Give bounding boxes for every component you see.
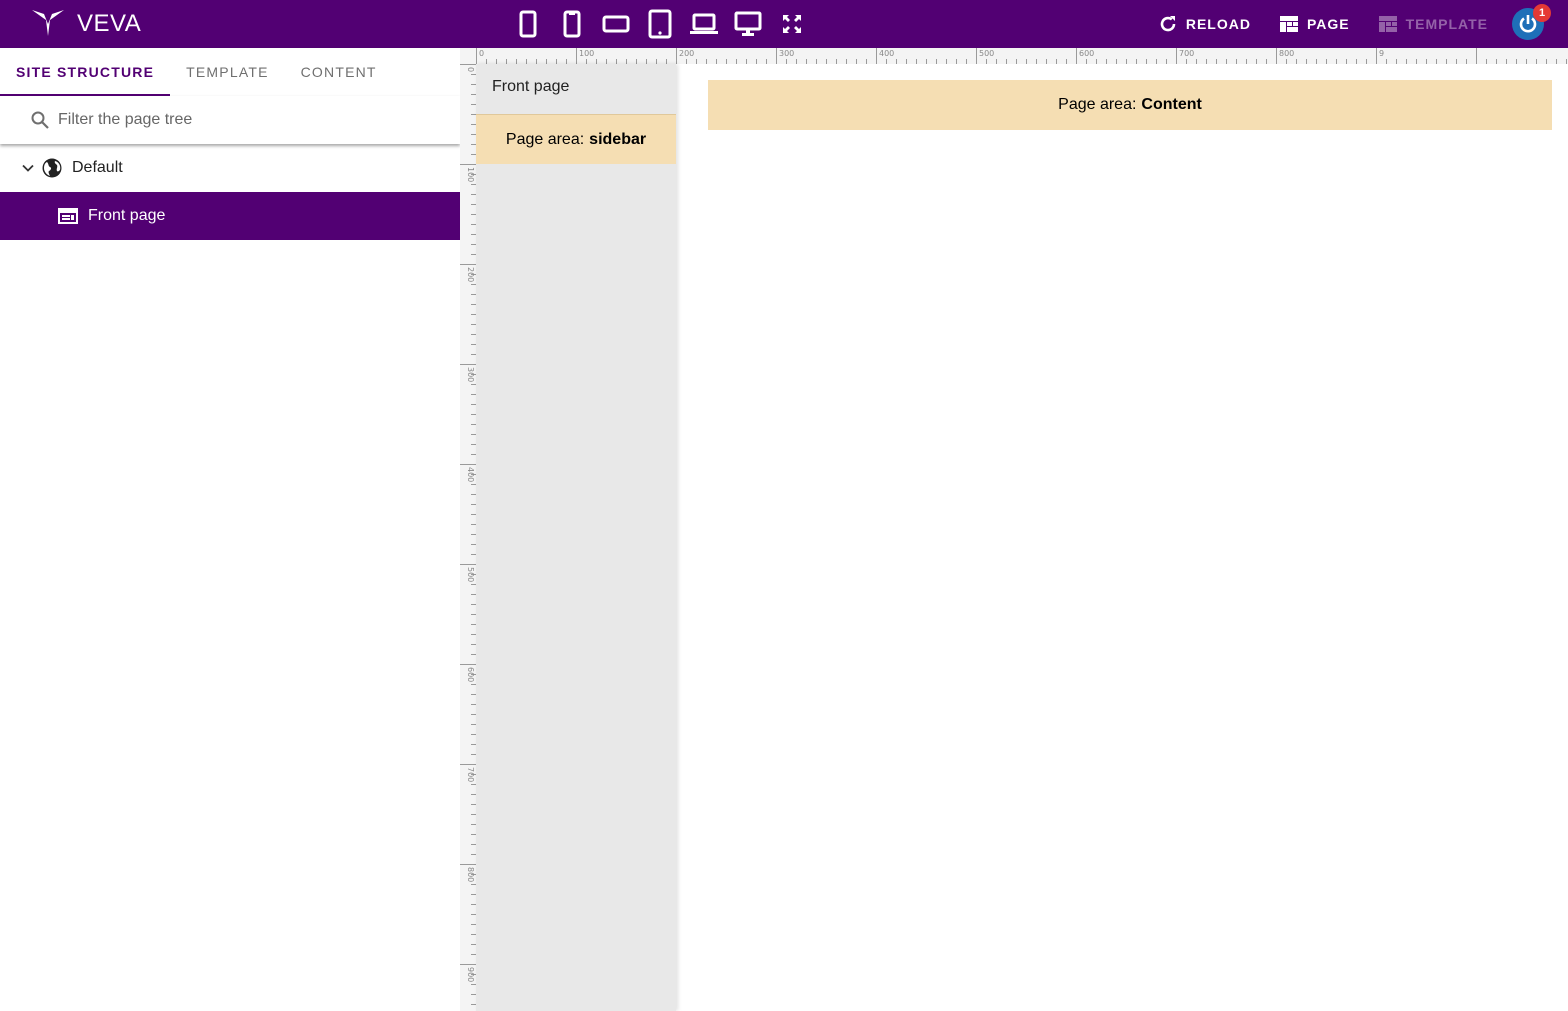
ruler-label: 700 xyxy=(466,767,475,782)
vertical-ruler[interactable]: 0 100 200 300 400 500 600 700 800 900 xyxy=(460,64,476,1011)
panel-tabs: SITE STRUCTURE TEMPLATE CONTENT xyxy=(0,48,460,96)
ruler-label: 200 xyxy=(679,49,694,58)
device-preview-toolbar xyxy=(506,8,814,40)
reload-button[interactable]: RELOAD xyxy=(1158,14,1251,34)
page-preview-canvas: Front page Page area: sidebar Page area:… xyxy=(476,64,1568,1011)
top-app-bar: VEVA RELOAD PAGE TEMPLATE 1 xyxy=(0,0,1568,48)
area-name: sidebar xyxy=(589,130,647,148)
fullscreen-button[interactable] xyxy=(770,8,814,40)
reload-label: RELOAD xyxy=(1185,16,1251,32)
horizontal-ruler[interactable]: 0 100 200 300 400 500 600 700 800 9 xyxy=(476,48,1568,64)
veva-logo-icon xyxy=(32,10,64,36)
ruler-label: 400 xyxy=(879,49,894,58)
template-layout-icon xyxy=(1378,16,1397,32)
area-prefix: Page area: xyxy=(1058,96,1137,113)
notification-badge: 1 xyxy=(1533,4,1551,22)
tablet-button[interactable] xyxy=(638,8,682,40)
phone-landscape-button[interactable] xyxy=(594,8,638,40)
tree-item-default[interactable]: Default xyxy=(0,144,460,192)
page-layout-icon xyxy=(1279,16,1298,32)
left-panel: SITE STRUCTURE TEMPLATE CONTENT Default … xyxy=(0,48,460,1011)
top-actions: RELOAD PAGE TEMPLATE xyxy=(1130,8,1488,40)
ruler-label: 500 xyxy=(979,49,994,58)
ruler-label: 0 xyxy=(466,67,475,72)
ruler-label: 400 xyxy=(466,467,475,482)
vertical-ruler-scale: 0 100 200 300 400 500 600 700 800 900 xyxy=(460,64,476,1005)
ruler-corner xyxy=(460,48,476,64)
tab-content[interactable]: CONTENT xyxy=(285,48,393,96)
laptop-button[interactable] xyxy=(682,8,726,40)
page-button[interactable]: PAGE xyxy=(1279,15,1350,33)
ruler-label: 500 xyxy=(466,567,475,582)
tablet-icon xyxy=(648,9,672,39)
desktop-icon xyxy=(734,11,762,36)
globe-icon xyxy=(42,158,62,178)
brand[interactable]: VEVA xyxy=(32,8,141,40)
tab-template[interactable]: TEMPLATE xyxy=(170,48,284,96)
ruler-label: 100 xyxy=(466,167,475,182)
ruler-label: 300 xyxy=(779,49,794,58)
tree-label-front-page: Front page xyxy=(88,207,166,224)
app-name: VEVA xyxy=(77,10,142,37)
template-button[interactable]: TEMPLATE xyxy=(1378,15,1488,33)
fullscreen-icon xyxy=(783,15,801,33)
page-label: PAGE xyxy=(1306,16,1350,32)
filter-input[interactable] xyxy=(56,110,440,130)
tree-label-default: Default xyxy=(72,159,123,176)
ruler-label: 800 xyxy=(466,867,475,882)
area-prefix: Page area: xyxy=(505,130,585,148)
ruler-label: 900 xyxy=(466,967,475,982)
page-tree-filter xyxy=(0,96,460,144)
horizontal-ruler-scale: 0 100 200 300 400 500 600 700 800 9 xyxy=(476,48,1567,64)
web-page-icon xyxy=(58,208,78,224)
tab-site-structure[interactable]: SITE STRUCTURE xyxy=(0,48,171,96)
desktop-button[interactable] xyxy=(726,8,770,40)
page-area-sidebar[interactable]: Page area: sidebar xyxy=(476,114,676,164)
ruler-label: 0 xyxy=(479,49,484,58)
ruler-label: 100 xyxy=(579,49,594,58)
ruler-label: 9 xyxy=(1379,49,1384,58)
ruler-label: 300 xyxy=(466,367,475,382)
phone-small-icon xyxy=(519,10,537,38)
reload-icon xyxy=(1160,16,1176,32)
chevron-down-icon[interactable] xyxy=(20,160,36,176)
phone-icon xyxy=(563,10,581,38)
ruler-label: 600 xyxy=(1079,49,1094,58)
preview-sidebar: Front page Page area: sidebar xyxy=(476,64,676,1011)
phone-small-button[interactable] xyxy=(506,8,550,40)
preview-page-title: Front page xyxy=(492,78,570,95)
ruler-label: 600 xyxy=(466,667,475,682)
phone-landscape-icon xyxy=(602,15,630,33)
laptop-icon xyxy=(690,13,718,34)
ruler-label: 800 xyxy=(1279,49,1294,58)
area-name: Content xyxy=(1141,96,1202,113)
template-label: TEMPLATE xyxy=(1405,16,1488,32)
ruler-label: 200 xyxy=(466,267,475,282)
tree-item-front-page[interactable]: Front page xyxy=(0,192,460,240)
phone-button[interactable] xyxy=(550,8,594,40)
search-icon xyxy=(31,111,49,129)
ruler-label: 700 xyxy=(1179,49,1194,58)
page-area-content[interactable]: Page area: Content xyxy=(708,80,1552,130)
